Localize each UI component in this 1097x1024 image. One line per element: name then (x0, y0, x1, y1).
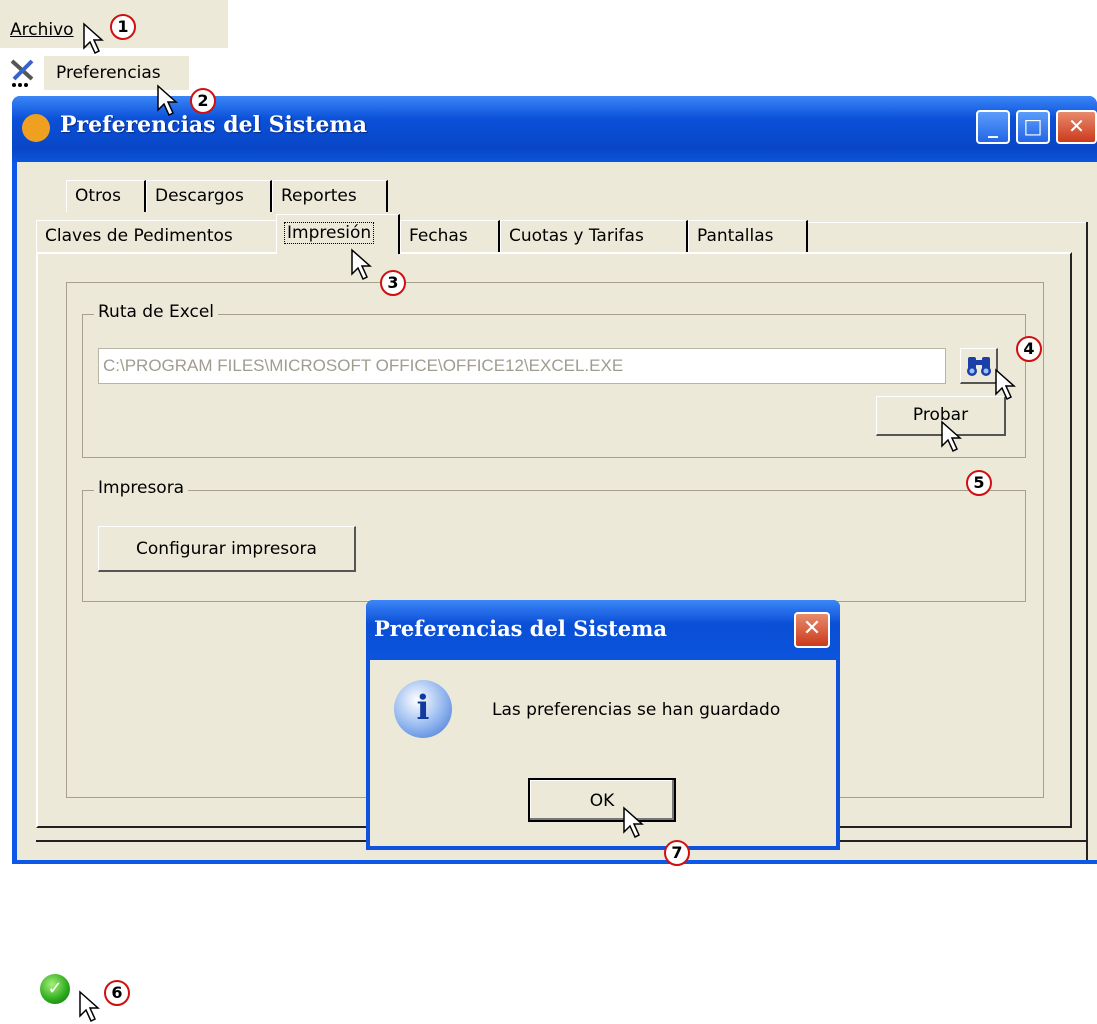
binoculars-icon (966, 357, 991, 376)
tools-icon (6, 55, 40, 89)
tab-label: Pantallas (697, 226, 774, 246)
callout-4: 4 (1016, 336, 1042, 362)
tab-otros[interactable]: Otros (66, 180, 146, 212)
printer-legend: Impresora (94, 478, 189, 498)
tab-cuotas-y-tarifas[interactable]: Cuotas y Tarifas (500, 220, 688, 252)
info-icon: i (394, 680, 452, 738)
callout-1: 1 (110, 14, 136, 40)
cursor-icon (83, 22, 104, 55)
dialog-message: Las preferencias se han guardado (492, 700, 781, 720)
callout-6: 6 (104, 980, 130, 1006)
cursor-icon (79, 990, 100, 1023)
tab-label: Claves de Pedimentos (45, 226, 233, 246)
tab-claves-de-pedimentos[interactable]: Claves de Pedimentos (36, 220, 278, 252)
minimize-button[interactable]: _ (976, 110, 1010, 144)
dialog-title: Preferencias del Sistema (374, 616, 667, 641)
menu-archivo-label: Archivo (10, 20, 74, 40)
tab-label: Cuotas y Tarifas (509, 226, 644, 246)
tab-frame-edge (1086, 222, 1088, 860)
app-icon (22, 114, 50, 142)
tab-label: Descargos (155, 186, 244, 206)
ok-button[interactable]: OK (528, 778, 676, 822)
tab-descargos[interactable]: Descargos (146, 180, 272, 212)
configure-printer-button[interactable]: Configurar impresora (98, 526, 356, 572)
callout-3: 3 (380, 270, 406, 296)
dialog-close-button[interactable]: ✕ (794, 612, 830, 648)
cursor-icon (941, 420, 962, 453)
check-circle-icon: ✓ (40, 974, 70, 1004)
tab-reportes[interactable]: Reportes (272, 180, 388, 212)
menu-item-preferencias-label: Preferencias (56, 63, 161, 83)
tab-impresion[interactable]: Impresión (276, 214, 400, 254)
tab-pantallas[interactable]: Pantallas (688, 220, 808, 252)
tab-fechas[interactable]: Fechas (400, 220, 500, 252)
window-title: Preferencias del Sistema (60, 112, 367, 138)
excel-path-input[interactable]: C:\PROGRAM FILES\MICROSOFT OFFICE\OFFICE… (98, 348, 946, 384)
cursor-icon (995, 368, 1016, 401)
tab-label: Otros (75, 186, 121, 206)
callout-5: 5 (966, 470, 992, 496)
callout-2: 2 (190, 88, 216, 114)
cursor-icon (157, 84, 178, 117)
menu-archivo[interactable]: Archivo (10, 16, 74, 44)
tab-label: Impresión (283, 222, 375, 244)
browse-button[interactable] (960, 348, 998, 384)
tab-label: Fechas (409, 226, 468, 246)
excel-path-group (82, 314, 1026, 458)
excel-path-legend: Ruta de Excel (94, 302, 218, 322)
callout-7: 7 (664, 840, 690, 866)
tab-label: Reportes (281, 186, 357, 206)
tab-frame-edge (808, 222, 1088, 223)
cursor-icon (351, 248, 372, 281)
cursor-icon (623, 806, 644, 839)
close-button[interactable]: ✕ (1056, 110, 1097, 144)
maximize-button[interactable]: □ (1016, 110, 1050, 144)
